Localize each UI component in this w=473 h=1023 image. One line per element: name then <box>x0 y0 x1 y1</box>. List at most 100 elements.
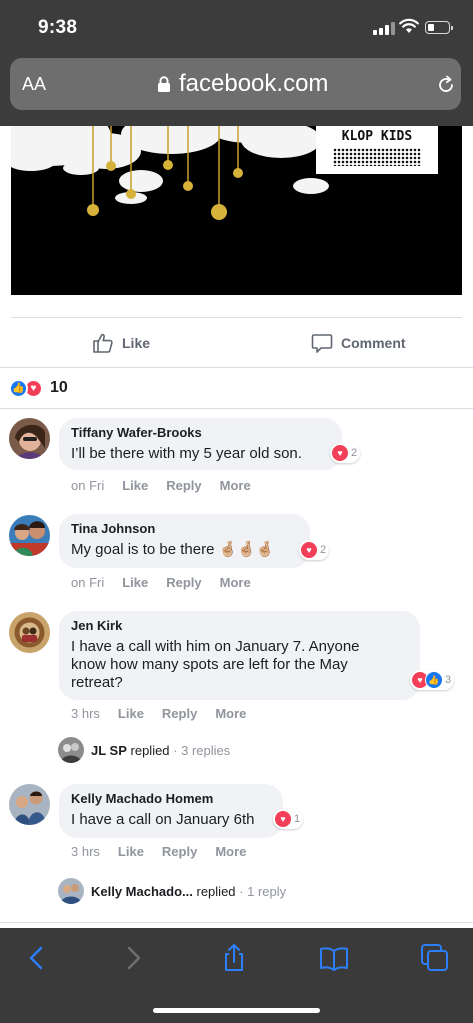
post-image[interactable]: KLOP KIDS <box>11 126 462 295</box>
comment-time[interactable]: on Fri <box>71 478 104 493</box>
reply-avatar <box>58 878 84 904</box>
reload-icon[interactable] <box>436 75 456 95</box>
comment-label: Comment <box>341 335 406 351</box>
comment-reply-button[interactable]: Reply <box>162 844 197 859</box>
status-bar: 9:38 <box>0 0 473 54</box>
comment-actions: on Fri Like Reply More <box>71 575 251 590</box>
comment-button[interactable]: Comment <box>311 331 406 355</box>
share-icon[interactable] <box>219 943 249 973</box>
comment-reaction-count: 3 <box>445 674 452 686</box>
divider <box>0 922 473 923</box>
page-content: KLOP KIDS Like Comment 👍 ♥ 10 Tiffany Wa… <box>0 126 473 928</box>
comment-text-line: know how many spots are left for the May <box>71 656 348 673</box>
comment-bubble[interactable]: Kelly Machado Homem I have a call on Jan… <box>59 784 283 838</box>
tabs-icon[interactable] <box>420 943 450 973</box>
view-replies-link[interactable]: JL SP replied · 3 replies <box>58 737 230 763</box>
klop-kids-badge: KLOP KIDS <box>316 126 438 174</box>
comment-text: I’ll be there with my 5 year old son. <box>71 445 302 462</box>
comment-like-button[interactable]: Like <box>118 844 144 859</box>
comment-actions: 3 hrs Like Reply More <box>71 844 246 859</box>
comment-text: I have a call on January 6th <box>71 811 255 828</box>
status-time: 9:38 <box>38 17 78 38</box>
comment-reaction-count: 2 <box>320 544 327 556</box>
comment-more-button[interactable]: More <box>220 478 251 493</box>
comment-time[interactable]: 3 hrs <box>71 706 100 721</box>
comment-text: My goal is to be there 🤞🏼🤞🏼🤞🏼 <box>71 541 275 558</box>
browser-address-bar: AA facebook.com <box>0 54 473 126</box>
comment-author[interactable]: Jen Kirk <box>71 618 408 634</box>
comment-reactions[interactable]: ♥ 2 <box>299 540 330 560</box>
comment-author[interactable]: Tina Johnson <box>71 521 298 537</box>
like-icon: 👍 <box>425 671 443 689</box>
view-replies-link[interactable]: Kelly Machado... replied · 1 reply <box>58 878 286 904</box>
like-button[interactable]: Like <box>92 331 150 355</box>
reply-action: replied <box>130 742 170 758</box>
reply-author: JL SP <box>91 742 127 758</box>
url-field[interactable]: AA facebook.com <box>10 58 461 110</box>
comment-time[interactable]: on Fri <box>71 575 104 590</box>
comment-like-button[interactable]: Like <box>122 575 148 590</box>
comment-reactions[interactable]: ♥ 1 <box>273 809 304 829</box>
comment-reactions[interactable]: ♥ 👍 3 <box>410 670 455 690</box>
url-text: facebook.com <box>179 70 329 97</box>
comment-bubble[interactable]: Jen Kirk I have a call with him on Janua… <box>59 611 420 700</box>
comment-reaction-count: 1 <box>294 813 301 825</box>
love-icon: ♥ <box>331 444 349 462</box>
bookmarks-icon[interactable] <box>319 943 349 973</box>
back-icon[interactable] <box>22 943 52 973</box>
comment-time[interactable]: 3 hrs <box>71 844 100 859</box>
comment-text-line: retreat? <box>71 674 123 691</box>
divider <box>0 367 473 368</box>
reply-separator: · <box>239 883 244 899</box>
battery-icon <box>425 21 453 34</box>
like-label: Like <box>122 335 151 351</box>
comment-more-button[interactable]: More <box>220 575 251 590</box>
home-indicator[interactable] <box>153 1008 320 1013</box>
checker-pattern <box>333 148 421 166</box>
divider <box>11 317 462 318</box>
comment-more-button[interactable]: More <box>215 706 246 721</box>
klop-kids-text: KLOP KIDS <box>341 129 413 144</box>
love-icon: ♥ <box>274 810 292 828</box>
comment-like-button[interactable]: Like <box>122 478 148 493</box>
avatar[interactable] <box>9 515 50 556</box>
reply-action: replied <box>196 883 236 899</box>
comment-author[interactable]: Kelly Machado Homem <box>71 791 271 807</box>
like-icon: 👍 <box>9 378 28 398</box>
comment-item: Jen Kirk I have a call with him on Janua… <box>0 609 473 769</box>
reaction-summary[interactable]: 👍 ♥ 10 <box>9 377 68 399</box>
comment-text: I have a call with him on January 7. Any… <box>71 638 408 692</box>
comment-actions: on Fri Like Reply More <box>71 478 251 493</box>
comment-bubble[interactable]: Tiffany Wafer-Brooks I’ll be there with … <box>59 418 342 470</box>
cellular-signal-icon <box>373 22 395 35</box>
reply-avatar <box>58 737 84 763</box>
comment-like-button[interactable]: Like <box>118 706 144 721</box>
forward-icon[interactable] <box>118 943 148 973</box>
reply-separator: · <box>173 742 178 758</box>
comment-item: Kelly Machado Homem I have a call on Jan… <box>0 783 473 913</box>
comment-bubble[interactable]: Tina Johnson My goal is to be there 🤞🏼🤞🏼… <box>59 514 310 568</box>
reply-count: 1 reply <box>247 883 287 899</box>
comment-text-line: I have a call with him on January 7. Any… <box>71 638 360 655</box>
comment-item: Tina Johnson My goal is to be there 🤞🏼🤞🏼… <box>0 512 473 592</box>
comment-reply-button[interactable]: Reply <box>162 706 197 721</box>
comment-reactions[interactable]: ♥ 2 <box>330 443 361 463</box>
comment-item: Tiffany Wafer-Brooks I’ll be there with … <box>0 416 473 496</box>
comment-reply-button[interactable]: Reply <box>166 478 201 493</box>
lock-icon <box>158 76 170 92</box>
avatar[interactable] <box>9 612 50 653</box>
wifi-icon <box>399 18 419 33</box>
comment-author[interactable]: Tiffany Wafer-Brooks <box>71 425 330 441</box>
comment-actions: 3 hrs Like Reply More <box>71 706 246 721</box>
reader-aa-button[interactable]: AA <box>22 74 46 95</box>
thumbs-up-icon <box>93 333 113 353</box>
aa-label: AA <box>22 74 47 94</box>
reply-count: 3 replies <box>181 742 231 758</box>
avatar[interactable] <box>9 418 50 459</box>
avatar[interactable] <box>9 784 50 825</box>
comment-reply-button[interactable]: Reply <box>166 575 201 590</box>
love-icon: ♥ <box>300 541 318 559</box>
reply-author: Kelly Machado... <box>91 883 193 899</box>
comment-more-button[interactable]: More <box>215 844 246 859</box>
divider <box>0 408 473 409</box>
